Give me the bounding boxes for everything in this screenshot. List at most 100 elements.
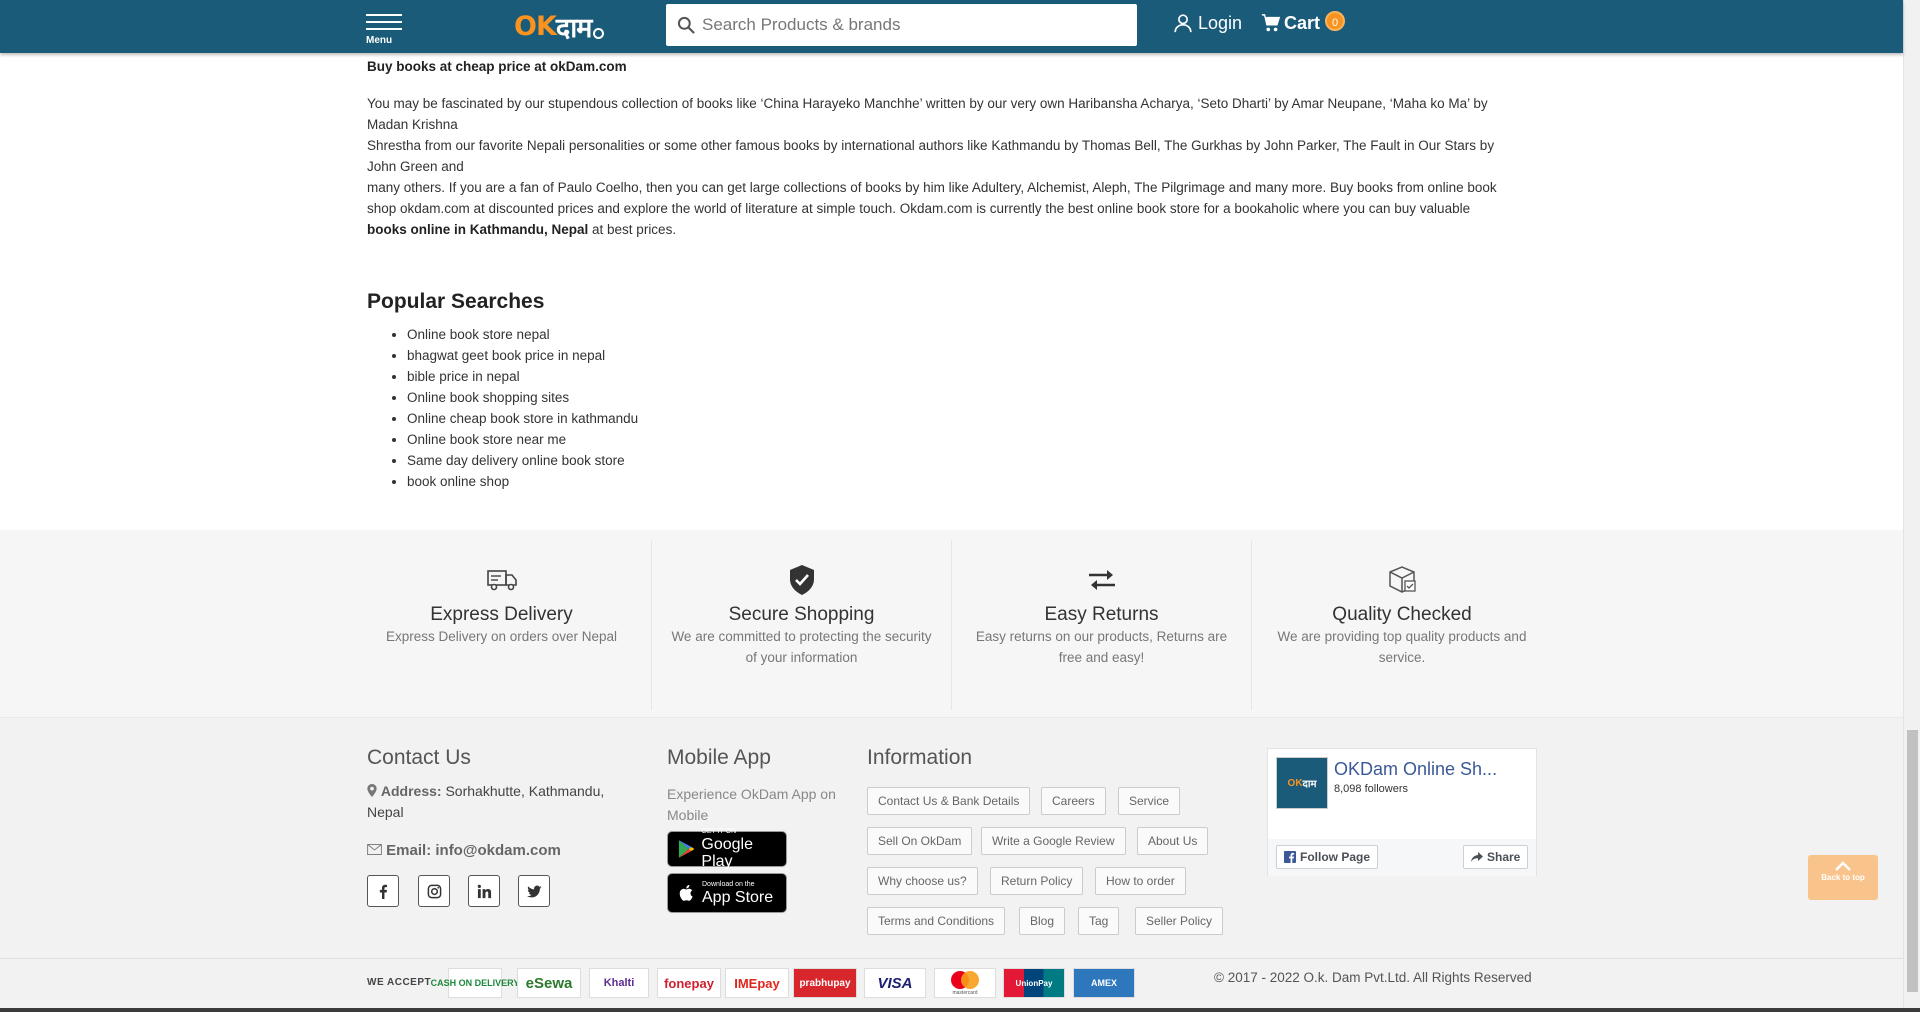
feature-quality-checked: Quality Checked We are providing top qua… [1252,540,1552,710]
popular-search-item[interactable]: Online book shopping sites [407,387,638,408]
hamburger-icon-bar [366,21,402,23]
copyright-text: © 2017 - 2022 O.k. Dam Pvt.Ltd. All Righ… [1214,970,1532,985]
info-link-how-to-order[interactable]: How to order [1095,867,1186,895]
menu-button[interactable]: Menu [366,12,404,48]
thumb-ok-text: OK [1287,777,1303,789]
twitter-icon [526,885,542,897]
page-scrollbar[interactable] [1903,0,1920,1012]
facebook-followers: 8,098 followers [1334,783,1408,795]
linkedin-link[interactable] [468,875,500,907]
instagram-icon [427,884,441,898]
mastercard-label: mastercard [952,990,978,996]
popular-search-item[interactable]: Same day delivery online book store [407,450,638,471]
hamburger-icon-bar [366,28,402,30]
logo-ok-text: OK [514,10,557,42]
facebook-icon [379,884,387,899]
mastercard-logo: mastercard [934,968,996,998]
email-value[interactable]: info@okdam.com [435,842,560,859]
feature-easy-returns: Easy Returns Easy returns on our product… [952,540,1252,710]
shield-check-icon [789,565,814,595]
fonepay-logo: fonepay [657,968,721,998]
popular-search-item[interactable]: book online shop [407,471,638,492]
popular-search-item[interactable]: bible price in nepal [407,366,638,387]
apple-icon [679,884,693,901]
mobile-app-description: Experience OkDam App on Mobile [667,786,836,823]
description-line: You may be fascinated by our stupendous … [367,96,1488,111]
feature-title: Express Delivery [430,604,573,625]
popular-search-item[interactable]: Online book store nepal [407,324,638,345]
info-link-terms[interactable]: Terms and Conditions [867,907,1006,935]
box-check-icon [1389,566,1416,593]
info-link-return-policy[interactable]: Return Policy [990,867,1084,895]
search-input[interactable] [702,15,1122,35]
user-icon [1174,14,1192,33]
login-button[interactable]: Login [1172,12,1242,34]
popular-search-item[interactable]: Online book store near me [407,429,638,450]
description-line: Madan Krishna [367,117,458,132]
follow-page-button[interactable]: Follow Page [1276,845,1379,869]
facebook-page-thumbnail[interactable]: OK दाम [1276,757,1328,809]
description-line: Shrestha from our favorite Nepali person… [367,138,1495,153]
description-bold: books online in Kathmandu, Nepal [367,222,589,237]
linkedin-icon [477,884,491,898]
info-link-about-us[interactable]: About Us [1137,827,1209,855]
facebook-page-widget: OK दाम OKDam Online Sh... 8,098 followers… [1267,748,1537,876]
app-store-button[interactable]: Download on the App Store [667,873,787,913]
popular-search-item[interactable]: bhagwat geet book price in nepal [407,345,638,366]
cash-on-delivery-logo: CASH ON DELIVERY [431,968,519,998]
feature-secure-shopping: Secure Shopping We are committed to prot… [652,540,952,710]
instagram-link[interactable] [418,875,450,907]
feature-title: Easy Returns [1044,604,1159,625]
info-link-why-choose-us[interactable]: Why choose us? [867,867,978,895]
popular-searches-title: Popular Searches [367,290,545,313]
visa-logo: VISA [864,968,926,998]
popular-search-item[interactable]: Online cheap book store in kathmandu [407,408,638,429]
description-line: many others. If you are a fan of Paulo C… [367,180,1497,195]
information-title: Information [867,746,973,769]
info-link-tag[interactable]: Tag [1078,907,1120,935]
search-bar [666,4,1137,46]
google-play-button[interactable]: GET IT ON Google Play [667,828,787,870]
feature-description: Express Delivery on orders over Nepal [385,629,618,644]
swap-arrows-icon [1088,570,1115,590]
info-link-contact-bank[interactable]: Contact Us & Bank Details [867,787,1031,815]
facebook-link[interactable] [367,875,399,907]
popular-searches-list: Online book store nepal bhagwat geet boo… [407,324,638,492]
facebook-widget-actions: Follow Page Share [1268,839,1536,876]
twitter-link[interactable] [518,875,550,907]
imepay-logo: IMEpay [725,968,789,998]
facebook-page-name[interactable]: OKDam Online Sh... [1334,759,1534,780]
google-play-small: GET IT ON [701,828,737,835]
back-to-top-button[interactable]: Back to top [1808,855,1878,900]
search-icon[interactable] [676,15,696,35]
thumb-dam-text: दाम [1302,779,1317,790]
info-link-service[interactable]: Service [1118,787,1181,815]
email-label: Email: [386,842,432,859]
description-heading: Buy books at cheap price at okDam.com [367,59,627,74]
info-link-google-review[interactable]: Write a Google Review [981,827,1126,855]
logo-mark-icon [593,27,605,39]
google-play-big: Google Play [701,836,753,870]
feature-title: Secure Shopping [728,604,875,625]
address-value-line2: Nepal [367,804,404,820]
mastercard-icon [951,971,979,989]
follow-page-label: Follow Page [1300,850,1371,864]
app-store-big: App Store [702,888,774,906]
info-link-blog[interactable]: Blog [1019,907,1066,935]
share-button[interactable]: Share [1463,845,1529,869]
google-play-icon [678,840,695,858]
location-pin-icon [367,784,377,797]
cart-button[interactable]: Cart 0 [1260,11,1346,34]
scrollbar-thumb[interactable] [1907,730,1918,992]
features-strip: Express Delivery Express Delivery on ord… [0,530,1903,717]
info-link-sell-on-okdam[interactable]: Sell On OkDam [867,827,973,855]
description-line: books online in Kathmandu, Nepal at best… [367,219,1537,240]
feature-express-delivery: Express Delivery Express Delivery on ord… [352,540,652,710]
prabhupay-logo: prabhupay [793,968,857,998]
okdam-logo[interactable]: OK दाम [514,9,605,44]
login-label: Login [1198,12,1243,33]
info-link-careers[interactable]: Careers [1041,787,1106,815]
window-bottom-edge [0,1008,1920,1012]
info-link-seller-policy[interactable]: Seller Policy [1135,907,1224,935]
feature-title: Quality Checked [1332,604,1472,625]
